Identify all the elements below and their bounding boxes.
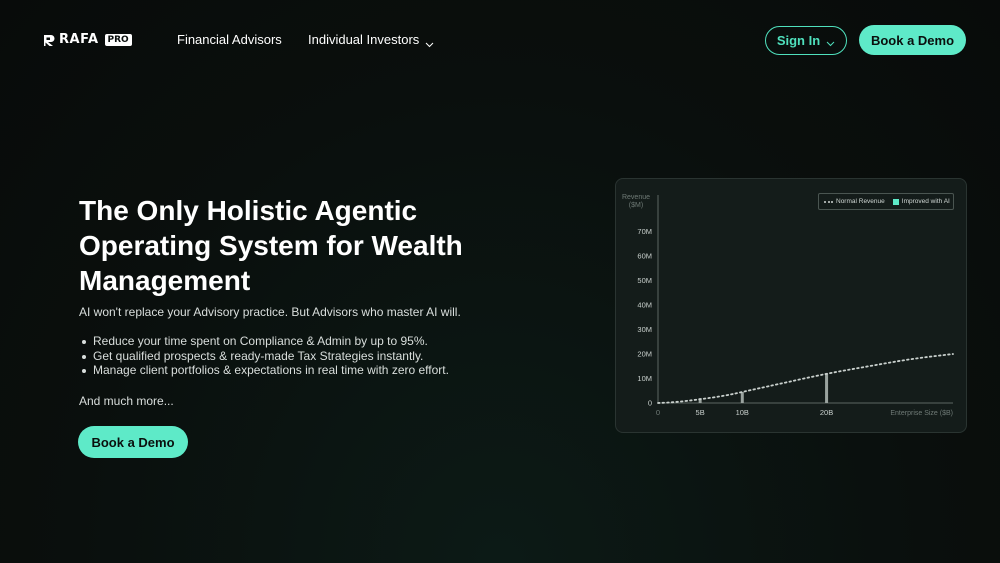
square-icon: [892, 198, 899, 205]
book-demo-hero-button[interactable]: Book a Demo: [78, 426, 188, 458]
y-axis-title: Revenue: [622, 194, 650, 201]
x-tick-label: 10B: [736, 408, 749, 417]
list-item: Manage client portfolios & expectations …: [79, 363, 449, 378]
list-item: Reduce your time spent on Compliance & A…: [79, 334, 449, 349]
y-tick-label: 10M: [637, 374, 652, 383]
nav-link-individual-investors[interactable]: Individual Investors: [308, 31, 434, 49]
y-tick-label: 50M: [637, 276, 652, 285]
y-tick-label: 60M: [637, 252, 652, 261]
hero-title: The Only Holistic Agentic Operating Syst…: [79, 195, 463, 296]
nav-link-label: Financial Advisors: [177, 32, 282, 47]
top-navigation: RAFA PRO Financial Advisors Individual I…: [0, 0, 1000, 80]
y-tick-label: 20M: [637, 350, 652, 359]
hero-bullet-list: Reduce your time spent on Compliance & A…: [79, 334, 449, 378]
improved-bar: [740, 391, 744, 403]
revenue-chart-card: Revenue ($M) 0 10M 20M 30M 40M 50M 60M 70M 0 5B 10B 2…: [615, 178, 967, 433]
y-tick-label: 0: [648, 399, 652, 408]
y-tick-label: 40M: [637, 301, 652, 310]
y-tick-label: 30M: [637, 325, 652, 334]
revenue-chart: Revenue($M) 0 10M 20M 30M 40M 50M 60M 70M 0 5B 10B 2…: [622, 194, 954, 417]
hero-more-text: And much more...: [79, 394, 174, 408]
x-tick-label: 5B: [696, 408, 705, 417]
chevron-down-icon: [826, 36, 835, 47]
book-demo-nav-button[interactable]: Book a Demo: [859, 25, 966, 55]
sign-in-label: Sign In: [776, 33, 821, 48]
legend-label: Improved with AI: [901, 197, 950, 205]
legend-item-improved: Improved with AI: [892, 197, 950, 206]
hero-subtitle: AI won't replace your Advisory practice.…: [79, 305, 461, 319]
improved-bar: [825, 373, 829, 403]
chevron-down-icon: [425, 36, 434, 47]
sign-in-button[interactable]: Sign In: [765, 26, 847, 55]
y-tick-label: 70M: [637, 227, 652, 236]
legend-label: Normal Revenue: [836, 197, 885, 205]
nav-link-financial-advisors[interactable]: Financial Advisors: [177, 31, 282, 49]
rafa-logo-icon: [43, 34, 56, 47]
normal-revenue-line: [657, 353, 954, 404]
y-axis-title: ($M): [629, 202, 643, 209]
list-item: Get qualified prospects & ready-made Tax…: [79, 349, 449, 364]
x-tick-label: 0: [656, 408, 660, 417]
brand-logo[interactable]: RAFA PRO: [43, 33, 132, 47]
nav-link-label: Individual Investors: [308, 32, 420, 47]
legend-item-normal: Normal Revenue: [824, 198, 885, 206]
brand-badge: PRO: [104, 34, 132, 46]
x-tick-label: 20B: [820, 408, 833, 417]
dotted-line-icon: [824, 200, 833, 203]
x-axis-title: Enterprise Size ($B): [890, 410, 953, 417]
chart-legend: Normal Revenue Improved with AI: [818, 193, 954, 210]
brand-name: RAFA: [59, 32, 99, 47]
